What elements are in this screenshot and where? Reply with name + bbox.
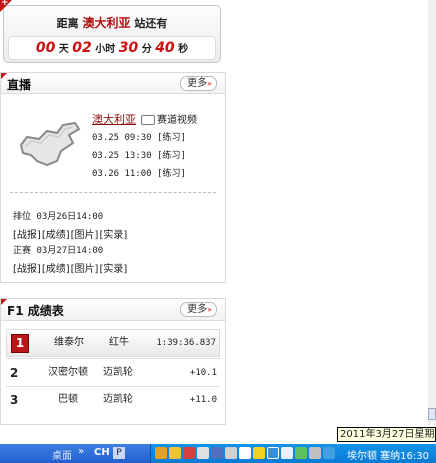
countdown-hours-unit: 小时: [95, 44, 116, 55]
tray-app-icon[interactable]: [183, 447, 195, 459]
row-divider: [6, 358, 220, 359]
tray-app-icon[interactable]: [225, 447, 237, 459]
track-map-icon[interactable]: [17, 117, 83, 169]
network-icon[interactable]: [267, 447, 279, 459]
qualifying-time: 03月26日14:00: [36, 212, 104, 222]
countdown-prefix: 距离: [56, 17, 79, 30]
driver-name: 汉密尔顿: [48, 367, 88, 378]
vertical-scrollbar[interactable]: [428, 0, 436, 425]
qualifying-line: 排位 03月26日14:00: [13, 209, 103, 222]
countdown-timer: 00 天 02 小时 30 分 40 秒: [8, 36, 216, 60]
video-icon: [141, 115, 155, 125]
result-row[interactable]: 2 汉密尔顿 迈凯轮 +10.1: [6, 360, 220, 386]
tray-app-icon[interactable]: [295, 447, 307, 459]
session-time: 03.25 13:30: [92, 151, 152, 161]
taskbar: 桌面 » CH P 埃尔顿 塞纳16:30: [0, 444, 436, 463]
results-panel: F1 成绩表 更多» 1 维泰尔 红牛 1:39:36.837 2 汉密尔顿 迈…: [0, 298, 226, 425]
volume-icon[interactable]: [323, 447, 335, 459]
security-icon[interactable]: [281, 447, 293, 459]
date-tooltip: 2011年3月27日星期日: [337, 427, 436, 442]
more-arrow-icon: »: [207, 79, 212, 88]
live-country-link[interactable]: 澳大利亚: [92, 111, 136, 127]
countdown-minutes-unit: 分: [141, 44, 152, 55]
countdown-seconds: 40: [155, 40, 175, 56]
dashed-divider: [10, 192, 216, 193]
language-indicator[interactable]: CH: [94, 447, 110, 458]
tray-status-text: 埃尔顿 塞纳16:30: [347, 451, 429, 462]
tray-app-icon[interactable]: [309, 447, 321, 459]
live-text-link[interactable]: [实录]: [99, 230, 127, 241]
ime-icon[interactable]: P: [113, 447, 125, 459]
plus-icon: +: [1, 0, 9, 8]
countdown-days-unit: 天: [58, 44, 69, 55]
results-link[interactable]: [成绩]: [42, 230, 70, 241]
team-name: 迈凯轮: [103, 394, 133, 405]
race-time-result: 1:39:36.837: [156, 338, 216, 348]
tray-app-icon[interactable]: [197, 447, 209, 459]
countdown-minutes: 30: [118, 40, 139, 56]
countdown-title: 距离 澳大利亚 站还有: [4, 14, 220, 31]
result-row[interactable]: 1 维泰尔 红牛 1:39:36.837: [6, 329, 220, 357]
report-link[interactable]: [战报]: [13, 264, 41, 275]
driver-name: 维泰尔: [54, 337, 84, 348]
report-link[interactable]: [战报]: [13, 230, 41, 241]
race-label: 正赛: [13, 246, 32, 256]
live-header: 直播 更多»: [1, 73, 225, 94]
countdown-panel: 距离 澳大利亚 站还有 00 天 02 小时 30 分 40 秒 +: [0, 0, 224, 65]
race-links: [战报][成绩][图片][实录]: [13, 260, 128, 275]
tray-app-icon[interactable]: [239, 447, 251, 459]
results-header: F1 成绩表 更多»: [1, 299, 225, 321]
scroll-down-icon[interactable]: [428, 408, 436, 420]
results-more-button[interactable]: 更多»: [180, 302, 217, 317]
tray-app-icon[interactable]: [211, 447, 223, 459]
race-time: 03月27日14:00: [36, 246, 104, 256]
toolbar-chevron-icon[interactable]: »: [78, 446, 84, 457]
countdown-box: 距离 澳大利亚 站还有 00 天 02 小时 30 分 40 秒: [3, 5, 221, 63]
session-row: 03.25 13:30 [练习]: [92, 148, 186, 161]
track-video-link[interactable]: 赛道视频: [141, 111, 197, 126]
countdown-days: 00: [35, 40, 56, 56]
race-line: 正赛 03月27日14:00: [13, 243, 103, 256]
driver-name: 巴顿: [58, 394, 78, 405]
live-more-button[interactable]: 更多»: [180, 76, 217, 91]
live-more-label: 更多: [187, 78, 208, 89]
team-name: 迈凯轮: [103, 367, 133, 378]
shield-icon[interactable]: [253, 447, 265, 459]
session-time: 03.25 09:30: [92, 133, 152, 143]
result-row[interactable]: 3 巴顿 迈凯轮 +11.0: [6, 387, 220, 413]
qualifying-label: 排位: [13, 212, 32, 222]
session-practice-link[interactable]: [练习]: [157, 133, 186, 143]
live-text-link[interactable]: [实录]: [99, 264, 127, 275]
session-row: 03.26 11:00 [练习]: [92, 166, 186, 179]
results-title: F1 成绩表: [7, 304, 64, 318]
session-practice-link[interactable]: [练习]: [157, 169, 186, 179]
position-badge: 1: [11, 334, 29, 353]
team-name: 红牛: [109, 337, 129, 348]
photos-link[interactable]: [图片]: [71, 230, 99, 241]
countdown-seconds-unit: 秒: [178, 44, 189, 55]
session-practice-link[interactable]: [练习]: [157, 151, 186, 161]
desktop-toolbar-label[interactable]: 桌面: [52, 447, 72, 462]
position-number: 2: [10, 366, 19, 380]
results-more-label: 更多: [187, 304, 208, 315]
photos-link[interactable]: [图片]: [71, 264, 99, 275]
live-title: 直播: [7, 78, 32, 92]
race-time-result: +11.0: [189, 395, 217, 405]
position-number: 3: [10, 393, 19, 407]
qualifying-links: [战报][成绩][图片][实录]: [13, 226, 128, 241]
results-link[interactable]: [成绩]: [42, 264, 70, 275]
session-row: 03.25 09:30 [练习]: [92, 130, 186, 143]
countdown-hours: 02: [72, 40, 92, 56]
system-tray: 埃尔顿 塞纳16:30: [150, 444, 436, 463]
countdown-place: 澳大利亚: [82, 16, 131, 30]
live-panel: 直播 更多» 澳大利亚 赛道视频 03.25 09:30 [练习] 03.25 …: [0, 72, 226, 283]
tray-app-icon[interactable]: [169, 447, 181, 459]
track-video-label: 赛道视频: [157, 115, 197, 126]
countdown-suffix: 站还有: [134, 17, 168, 30]
session-time: 03.26 11:00: [92, 169, 152, 179]
tray-app-icon[interactable]: [155, 447, 167, 459]
race-time-result: +10.1: [189, 368, 217, 378]
more-arrow-icon: »: [207, 305, 212, 314]
